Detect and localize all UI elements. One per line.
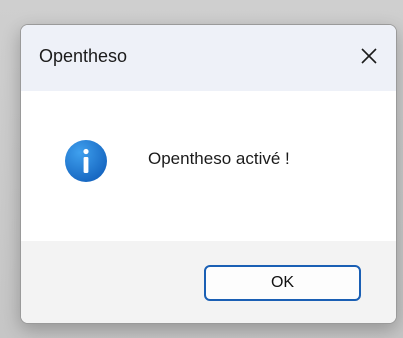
- dialog-message: Opentheso activé !: [148, 149, 290, 168]
- message-dialog: Opentheso Opentheso activé ! OK: [20, 24, 397, 324]
- info-icon: [65, 140, 107, 182]
- ok-button[interactable]: OK: [204, 265, 361, 301]
- close-icon: [361, 48, 377, 64]
- close-button[interactable]: [352, 39, 386, 73]
- desktop-background: Opentheso Opentheso activé ! OK: [0, 0, 403, 338]
- dialog-titlebar: Opentheso: [21, 25, 396, 91]
- dialog-footer: OK: [21, 241, 396, 323]
- dialog-title: Opentheso: [39, 46, 128, 66]
- dialog-content: Opentheso activé !: [21, 91, 396, 241]
